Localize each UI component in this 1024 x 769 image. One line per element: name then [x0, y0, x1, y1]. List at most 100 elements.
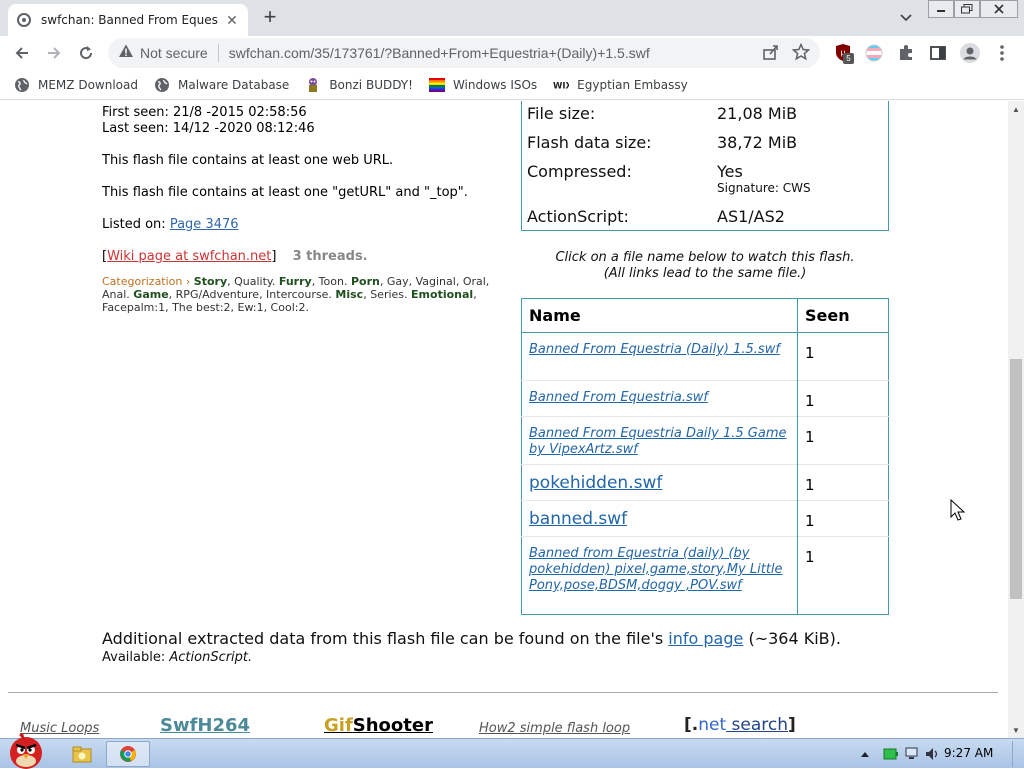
- start-angry-bird-icon[interactable]: [2, 731, 50, 769]
- seen-count: 1: [797, 500, 889, 537]
- wiki-line: [Wiki page at swfchan.net] 3 threads.: [102, 249, 368, 264]
- globe-icon: [154, 77, 170, 93]
- minimize-button[interactable]: [928, 0, 954, 18]
- address-bar[interactable]: Not secure swfchan.com/35/173761/?Banned…: [108, 38, 820, 68]
- table-row: Banned from Equestria (daily) (by pokehi…: [521, 536, 889, 615]
- reload-button[interactable]: [74, 41, 98, 65]
- network-icon[interactable]: [904, 741, 922, 767]
- seen-count: 1: [797, 416, 889, 465]
- page-viewport: First seen: 21/8 -2015 02:58:56 Last see…: [0, 101, 1008, 738]
- file-details: First seen: 21/8 -2015 02:58:56 Last see…: [102, 105, 502, 314]
- page-scrollbar[interactable]: ▲ ▼: [1008, 101, 1024, 738]
- svg-text:WIX: WIX: [553, 81, 569, 90]
- simple-flash-loop-link[interactable]: How2 simple flash loop: [479, 721, 630, 736]
- bookmark-bonzi-buddy[interactable]: Bonzi BUDDY!: [305, 77, 413, 93]
- file-names-table: Name Seen Banned From Equestria (Daily) …: [521, 298, 889, 615]
- chrome-taskbar-button[interactable]: [106, 741, 150, 767]
- wiki-page-link[interactable]: Wiki page at swfchan.net: [107, 249, 271, 264]
- forward-button[interactable]: [42, 41, 66, 65]
- first-seen: First seen: 21/8 -2015 02:58:56: [102, 105, 307, 120]
- file-link[interactable]: pokehidden.swf: [529, 473, 662, 493]
- table-row: pokehidden.swf 1: [521, 464, 889, 501]
- divider: [8, 692, 998, 693]
- listed-on: Listed on: Page 3476: [102, 217, 239, 232]
- available-line: Available: ActionScript.: [102, 650, 253, 665]
- not-secure-label[interactable]: Not secure: [140, 45, 208, 61]
- table-row: Banned From Equestria Daily 1.5 Game by …: [521, 416, 889, 465]
- profile-avatar-icon[interactable]: [960, 43, 980, 63]
- seen-count: 1: [797, 380, 889, 417]
- wix-icon: WIX: [553, 77, 569, 93]
- browser-tab[interactable]: swfchan: Banned From Equestria ✕: [8, 4, 248, 36]
- seen-column-header: Seen: [797, 298, 889, 333]
- file-link[interactable]: Banned From Equestria (Daily) 1.5.swf: [529, 342, 780, 357]
- url-text[interactable]: swfchan.com/35/173761/?Banned+From+Eques…: [229, 45, 650, 61]
- info-page-link[interactable]: info page: [668, 629, 743, 648]
- watch-note: Click on a file name below to watch this…: [555, 250, 855, 281]
- table-row: Banned From Equestria (Daily) 1.5.swf 1: [521, 332, 889, 381]
- file-info-box: File size: 21,08 MiB Flash data size: 38…: [521, 101, 889, 231]
- bonzi-icon: [305, 77, 321, 93]
- bookmark-star-icon[interactable]: [791, 42, 811, 66]
- battery-power-icon[interactable]: [882, 741, 900, 767]
- additional-data-line: Additional extracted data from this flas…: [102, 629, 841, 648]
- file-link[interactable]: Banned from Equestria (daily) (by pokehi…: [529, 546, 783, 593]
- bookmark-malware-database[interactable]: Malware Database: [154, 77, 289, 93]
- browser-toolbar: Not secure swfchan.com/35/173761/?Banned…: [0, 36, 1024, 70]
- share-icon[interactable]: [762, 43, 780, 66]
- show-hidden-icons-icon[interactable]: [858, 741, 872, 767]
- bookmark-memz[interactable]: MEMZ Download: [14, 77, 138, 93]
- scroll-up-arrow-icon[interactable]: ▲: [1008, 101, 1024, 117]
- trans-flag-extension-icon[interactable]: [864, 43, 884, 63]
- ublock-extension-icon[interactable]: μ 5: [834, 43, 854, 64]
- omnibox-separator: [217, 44, 219, 62]
- tab-search-chevron-down-icon[interactable]: [896, 8, 916, 28]
- file-link[interactable]: Banned From Equestria Daily 1.5 Game by …: [529, 426, 786, 457]
- geturl-note: This flash file contains at least one "g…: [102, 185, 468, 200]
- web-url-note: This flash file contains at least one we…: [102, 153, 394, 168]
- scroll-down-arrow-icon[interactable]: ▼: [1008, 722, 1024, 738]
- gifshooter-link[interactable]: GifShooter: [324, 715, 433, 736]
- listed-on-page-link[interactable]: Page 3476: [170, 217, 239, 232]
- file-link[interactable]: Banned From Equestria.swf: [529, 390, 708, 405]
- tab-strip: swfchan: Banned From Equestria ✕ +: [0, 0, 1024, 36]
- extension-badge: 5: [843, 53, 854, 64]
- table-row: banned.swf 1: [521, 500, 889, 537]
- new-tab-button[interactable]: +: [258, 6, 282, 30]
- rainbow-flag-icon: [428, 77, 445, 93]
- back-button[interactable]: [10, 41, 34, 65]
- seen-count: 1: [797, 464, 889, 501]
- bookmark-windows-isos[interactable]: Windows ISOs: [428, 77, 537, 93]
- tab-close-icon[interactable]: ✕: [224, 12, 240, 28]
- extensions-puzzle-icon[interactable]: [896, 43, 916, 63]
- mouse-cursor-icon: [950, 498, 966, 528]
- restore-button[interactable]: [954, 0, 980, 18]
- scrollbar-thumb[interactable]: [1010, 359, 1022, 599]
- taskbar-clock[interactable]: 9:27 AM: [944, 746, 993, 760]
- bookmark-egyptian-embassy[interactable]: WIX Egyptian Embassy: [553, 77, 688, 93]
- taskbar: 9:27 AM: [0, 733, 1024, 769]
- menu-kebab-icon[interactable]: [992, 43, 1012, 63]
- swfh264-link[interactable]: SwfH264: [160, 715, 250, 736]
- seen-count: 1: [797, 332, 889, 381]
- name-column-header: Name: [521, 298, 798, 333]
- file-explorer-icon[interactable]: [68, 741, 96, 767]
- seen-count: 1: [797, 536, 889, 615]
- swfchan-favicon-icon: [16, 12, 32, 28]
- categorization: Categorization › Story, Quality. Furry, …: [102, 275, 490, 314]
- net-search-link[interactable]: [.net search]: [684, 715, 796, 735]
- table-row: Banned From Equestria.swf 1: [521, 380, 889, 417]
- side-panel-icon[interactable]: [928, 43, 948, 63]
- bookmarks-bar: MEMZ Download Malware Database Bonzi BUD…: [0, 70, 1024, 100]
- globe-icon: [14, 77, 30, 93]
- volume-speaker-icon[interactable]: [924, 741, 942, 767]
- categorization-label[interactable]: Categorization ›: [102, 275, 190, 288]
- show-desktop-button[interactable]: [1012, 741, 1024, 767]
- last-seen: Last seen: 14/12 -2020 08:12:46: [102, 121, 315, 136]
- warning-triangle-icon[interactable]: [118, 43, 134, 64]
- tab-title: swfchan: Banned From Equestria: [41, 13, 218, 27]
- table-header-row: Name Seen: [521, 298, 889, 333]
- close-window-button[interactable]: [980, 0, 1018, 18]
- threads-count[interactable]: 3 threads.: [293, 249, 368, 264]
- file-link[interactable]: banned.swf: [529, 509, 627, 529]
